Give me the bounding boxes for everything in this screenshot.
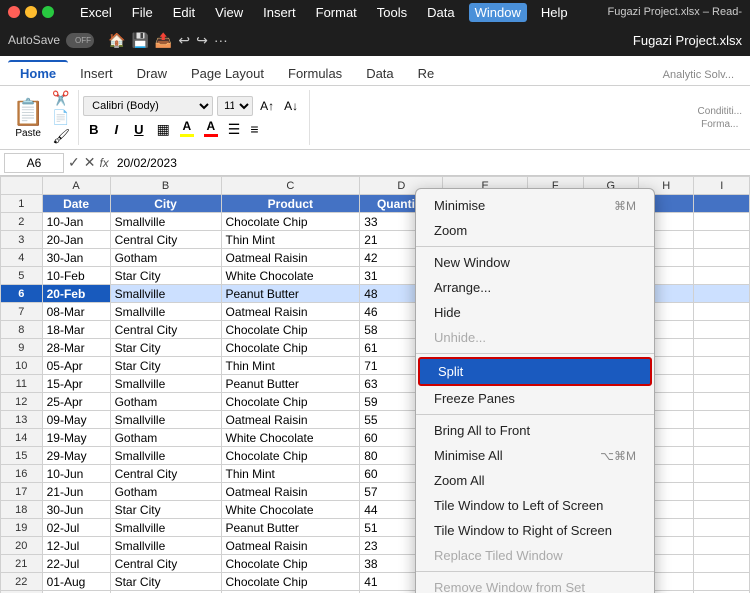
window-dropdown-menu: Minimise ⌘M Zoom New Window Arrange... H… xyxy=(415,188,655,593)
formula-bar: A6 ✓ ✕ fx xyxy=(0,150,750,176)
menu-freeze-panes[interactable]: Freeze Panes xyxy=(416,386,654,411)
menu-split[interactable]: Split xyxy=(418,357,652,386)
toolbar-undo-icon[interactable]: ↩ xyxy=(178,32,190,49)
mac-menubar: Excel File Edit View Insert Format Tools… xyxy=(0,0,750,24)
menu-arrange[interactable]: Arrange... xyxy=(416,275,654,300)
filename-display: Fugazi Project.xlsx xyxy=(633,33,742,48)
paste-icon: 📋 xyxy=(12,97,44,128)
menu-minimise-all[interactable]: Minimise All ⌥⌘M xyxy=(416,443,654,468)
window-title-hint: Fugazi Project.xlsx – Read- xyxy=(608,6,743,18)
cut-icon[interactable]: ✂️ xyxy=(52,90,70,107)
menu-replace-tiled: Replace Tiled Window xyxy=(416,543,654,568)
menu-remove-window-from-set: Remove Window from Set xyxy=(416,575,654,593)
quick-access-bar: AutoSave OFF 🏠 💾 📤 ↩ ↪ ··· Fugazi Projec… xyxy=(0,24,750,56)
clipboard-sub-group: ✂️ 📄 🖌 xyxy=(52,90,70,145)
menu-format[interactable]: Format xyxy=(310,3,363,22)
font-size-select[interactable]: 11 xyxy=(217,96,253,116)
conditional-format-group: Condititi... Forma... xyxy=(698,106,742,130)
format-painter-icon[interactable]: 🖌 xyxy=(52,128,70,145)
ribbon-content: 📋 Paste ✂️ 📄 🖌 Calibri (Body) 11 A↑ xyxy=(0,86,750,150)
toolbar-redo-icon[interactable]: ↪ xyxy=(196,32,208,49)
maximize-button[interactable] xyxy=(42,6,54,18)
menu-unhide: Unhide... xyxy=(416,325,654,350)
menu-tile-right[interactable]: Tile Window to Right of Screen xyxy=(416,518,654,543)
format-as-table-label: Forma... xyxy=(701,119,738,130)
traffic-lights xyxy=(8,6,54,18)
formula-check-icon[interactable]: ✓ xyxy=(68,154,80,171)
toolbar-home-icon[interactable]: 🏠 xyxy=(108,32,125,49)
underline-button[interactable]: U xyxy=(128,120,149,139)
font-color-button[interactable]: A xyxy=(201,119,221,139)
fx-label: fx xyxy=(99,156,108,170)
cell-reference-box[interactable]: A6 xyxy=(4,153,64,173)
minimize-button[interactable] xyxy=(25,6,37,18)
formula-input[interactable] xyxy=(113,153,746,173)
menu-view[interactable]: View xyxy=(209,3,249,22)
tab-data[interactable]: Data xyxy=(354,62,405,85)
separator-3 xyxy=(416,414,654,415)
autosave-label: AutoSave xyxy=(8,33,60,47)
spreadsheet-area: A B C D E F G H I 1 Date City Product xyxy=(0,176,750,593)
align-center-button[interactable]: ≡ xyxy=(247,120,261,138)
increase-font-size-button[interactable]: A↑ xyxy=(257,98,277,114)
clipboard-group: 📋 Paste ✂️ 📄 🖌 xyxy=(8,90,79,145)
autosave-toggle[interactable]: OFF xyxy=(66,33,94,48)
menu-minimise[interactable]: Minimise ⌘M xyxy=(416,193,654,218)
menu-window[interactable]: Window xyxy=(469,3,527,22)
tab-page-layout[interactable]: Page Layout xyxy=(179,62,276,85)
menu-edit[interactable]: Edit xyxy=(167,3,201,22)
decrease-font-size-button[interactable]: A↓ xyxy=(281,98,301,114)
tab-draw[interactable]: Draw xyxy=(125,62,179,85)
menu-insert[interactable]: Insert xyxy=(257,3,302,22)
menu-new-window[interactable]: New Window xyxy=(416,250,654,275)
menu-tile-left[interactable]: Tile Window to Left of Screen xyxy=(416,493,654,518)
conditional-format-label: Condititi... xyxy=(698,106,742,117)
toolbar-share-icon[interactable]: 📤 xyxy=(155,32,172,49)
menu-zoom[interactable]: Zoom xyxy=(416,218,654,243)
tab-insert[interactable]: Insert xyxy=(68,62,125,85)
font-name-select[interactable]: Calibri (Body) xyxy=(83,96,213,116)
font-group: Calibri (Body) 11 A↑ A↓ B I U ▦ A xyxy=(83,90,310,145)
bold-button[interactable]: B xyxy=(83,120,104,139)
paste-label: Paste xyxy=(15,128,41,139)
menu-zoom-all[interactable]: Zoom All xyxy=(416,468,654,493)
dropdown-overlay: Minimise ⌘M Zoom New Window Arrange... H… xyxy=(0,176,750,593)
menu-hide[interactable]: Hide xyxy=(416,300,654,325)
borders-button[interactable]: ▦ xyxy=(154,120,173,139)
ribbon-tabs: Home Insert Draw Page Layout Formulas Da… xyxy=(0,56,750,86)
separator-4 xyxy=(416,571,654,572)
toolbar-more-icon[interactable]: ··· xyxy=(214,32,228,48)
toolbar-save-icon[interactable]: 💾 xyxy=(131,32,148,49)
formula-cancel-icon[interactable]: ✕ xyxy=(84,154,96,171)
separator-1 xyxy=(416,246,654,247)
separator-2 xyxy=(416,353,654,354)
menu-bring-all-front[interactable]: Bring All to Front xyxy=(416,418,654,443)
menu-tools[interactable]: Tools xyxy=(371,3,413,22)
menu-excel[interactable]: Excel xyxy=(74,3,118,22)
tab-home[interactable]: Home xyxy=(8,60,68,85)
tab-formulas[interactable]: Formulas xyxy=(276,62,354,85)
menu-help[interactable]: Help xyxy=(535,3,574,22)
italic-button[interactable]: I xyxy=(109,120,125,139)
menu-data[interactable]: Data xyxy=(421,3,460,22)
close-button[interactable] xyxy=(8,6,20,18)
highlight-color-button[interactable]: A xyxy=(177,119,197,139)
menu-file[interactable]: File xyxy=(126,3,159,22)
analytic-solver-label: Analytic Solv... xyxy=(655,65,742,85)
align-left-button[interactable]: ☰ xyxy=(225,120,244,139)
paste-button[interactable]: 📋 Paste xyxy=(8,93,48,143)
tab-re[interactable]: Re xyxy=(406,62,447,85)
copy-icon[interactable]: 📄 xyxy=(52,109,70,126)
